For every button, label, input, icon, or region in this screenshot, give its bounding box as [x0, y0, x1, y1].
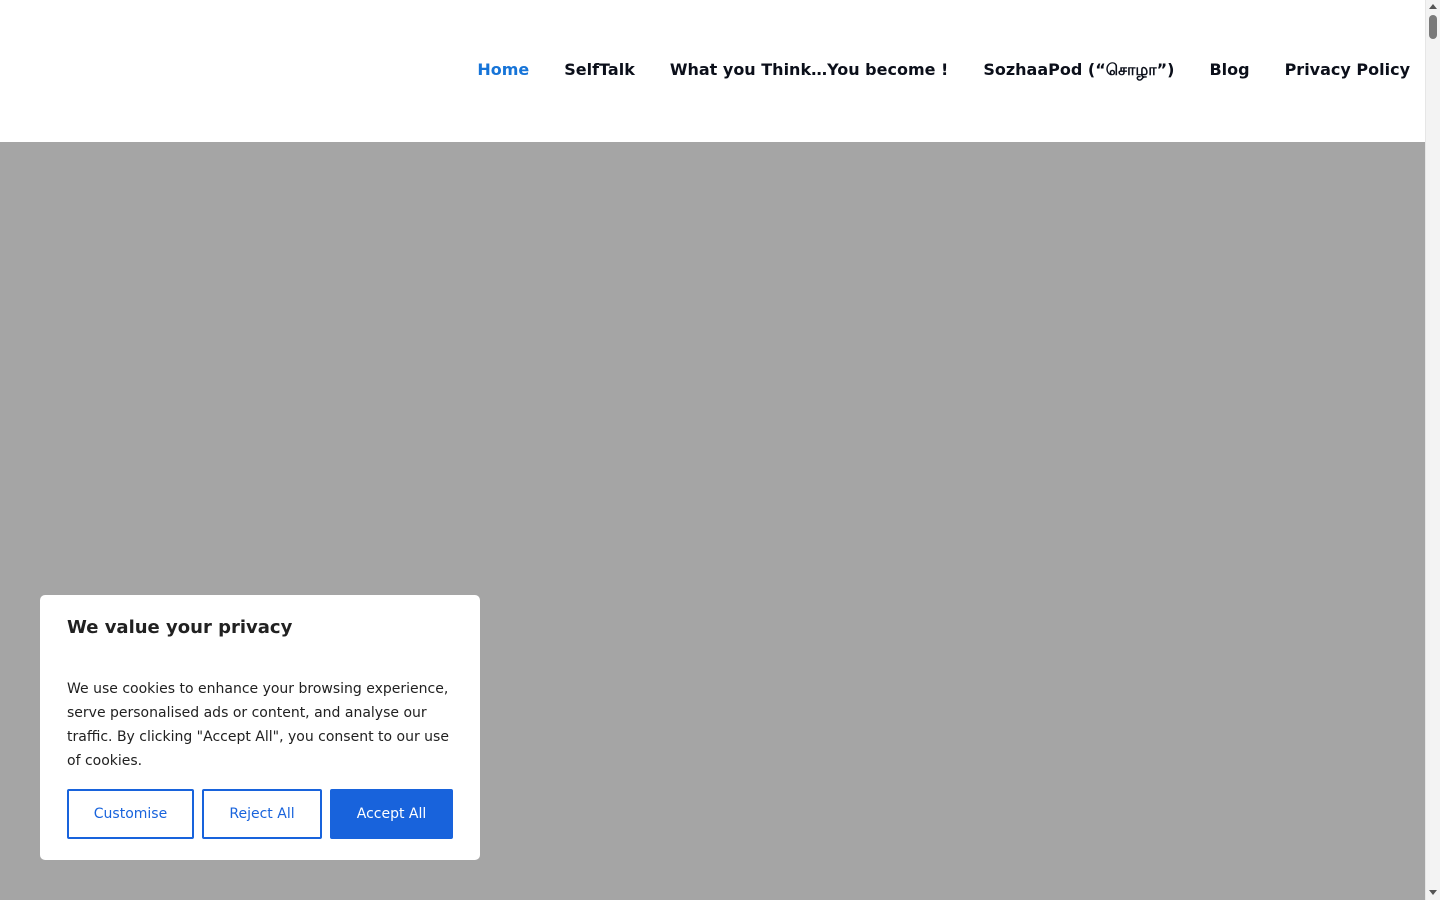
page: Home SelfTalk What you Think…You become …	[0, 0, 1440, 900]
scroll-down-arrow-icon[interactable]	[1429, 890, 1437, 895]
vertical-scrollbar[interactable]	[1425, 0, 1440, 900]
site-header: Home SelfTalk What you Think…You become …	[0, 0, 1425, 142]
main-nav: Home SelfTalk What you Think…You become …	[477, 58, 1410, 82]
nav-item-what-you-think[interactable]: What you Think…You become !	[670, 58, 949, 82]
accept-all-button[interactable]: Accept All	[330, 789, 453, 839]
nav-item-privacy-policy[interactable]: Privacy Policy	[1285, 58, 1410, 82]
nav-item-selftalk[interactable]: SelfTalk	[564, 58, 635, 82]
cookie-banner-text: We use cookies to enhance your browsing …	[67, 681, 449, 769]
cookie-consent-banner: We value your privacy We use cookies to …	[40, 595, 480, 860]
cookie-banner-buttons: Customise Reject All Accept All	[67, 789, 453, 839]
customise-button[interactable]: Customise	[67, 789, 194, 839]
nav-item-home[interactable]: Home	[477, 58, 529, 82]
nav-item-sozhaapod[interactable]: SozhaaPod (“சொழா”)	[983, 58, 1174, 82]
nav-item-blog[interactable]: Blog	[1209, 58, 1249, 82]
scroll-thumb[interactable]	[1429, 15, 1437, 39]
cookie-banner-title: We value your privacy	[67, 617, 293, 638]
scroll-up-arrow-icon[interactable]	[1429, 4, 1437, 9]
reject-all-button[interactable]: Reject All	[202, 789, 322, 839]
